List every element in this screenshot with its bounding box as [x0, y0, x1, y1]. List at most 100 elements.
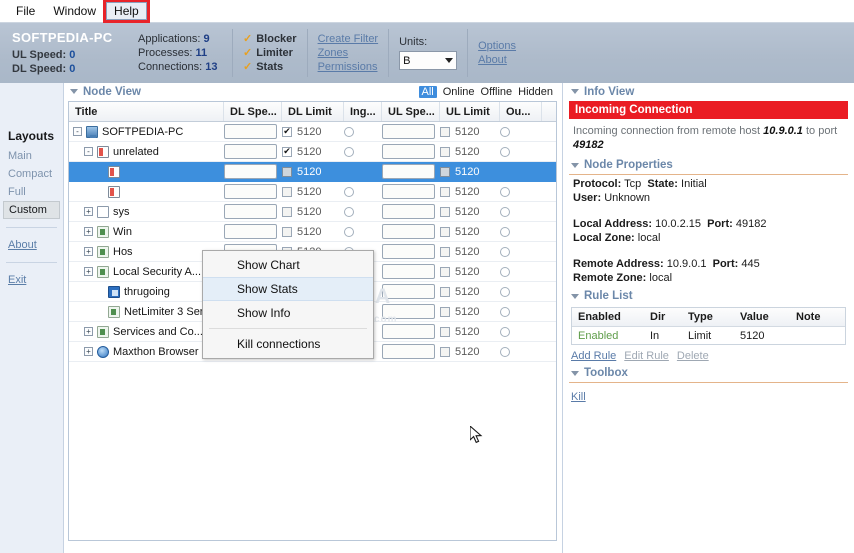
column-header-dl-limit[interactable]: DL Limit — [282, 102, 344, 121]
ingress-radio[interactable] — [344, 187, 354, 197]
outgress-radio[interactable] — [500, 247, 510, 257]
ul-limit-checkbox[interactable] — [440, 307, 450, 317]
outgress-radio[interactable] — [500, 127, 510, 137]
outgress-radio[interactable] — [500, 207, 510, 217]
add-rule-link[interactable]: Add Rule — [571, 350, 616, 362]
column-header-ul-limit[interactable]: UL Limit — [440, 102, 500, 121]
expand-icon[interactable]: + — [84, 247, 93, 256]
ul-limit-checkbox[interactable] — [440, 127, 450, 137]
ul-limit-checkbox[interactable] — [440, 187, 450, 197]
ingress-radio[interactable] — [344, 227, 354, 237]
outgress-radio[interactable] — [500, 147, 510, 157]
menu-item-help[interactable]: Help — [106, 2, 147, 20]
table-row[interactable]: 51205120 — [69, 182, 556, 202]
ingress-radio[interactable] — [344, 207, 354, 217]
ul-limit-checkbox[interactable] — [440, 207, 450, 217]
dl-limit-checkbox[interactable]: ✔ — [282, 127, 292, 137]
sidebar-exit-link[interactable]: Exit — [0, 271, 63, 289]
expand-icon[interactable]: + — [84, 347, 93, 356]
column-header-ul-speed[interactable]: UL Spe... — [382, 102, 440, 121]
sidebar-item-main[interactable]: Main — [0, 147, 63, 165]
column-header-ingress[interactable]: Ing... — [344, 102, 382, 121]
outgress-radio[interactable] — [500, 287, 510, 297]
rule-table-row[interactable]: Enabled In Limit 5120 — [572, 327, 845, 344]
create-filter-link[interactable]: Create Filter — [318, 33, 379, 45]
outgress-radio[interactable] — [500, 307, 510, 317]
outgress-radio[interactable] — [500, 187, 510, 197]
column-header-title[interactable]: Title — [69, 102, 224, 121]
row-title-label: Hos — [113, 246, 133, 258]
context-menu-item-show-info[interactable]: Show Info — [203, 301, 373, 325]
context-menu-item-show-stats[interactable]: Show Stats — [203, 277, 373, 301]
ul-limit-checkbox[interactable] — [440, 167, 450, 177]
sidebar-about-link[interactable]: About — [0, 236, 63, 254]
options-link[interactable]: Options — [478, 40, 522, 52]
table-row[interactable]: 51205120 — [69, 162, 556, 182]
local-address-row: Local Address: 10.0.2.15 Port: 49182 Loc… — [563, 215, 854, 247]
processes-count: 11 — [195, 47, 207, 59]
zones-link[interactable]: Zones — [318, 47, 379, 59]
outgress-radio[interactable] — [500, 327, 510, 337]
expand-icon[interactable]: + — [84, 327, 93, 336]
sidebar-item-compact[interactable]: Compact — [0, 165, 63, 183]
expand-icon[interactable]: + — [84, 267, 93, 276]
filter-tab-all[interactable]: All — [419, 86, 437, 98]
module-toggle-blocker[interactable]: ✓ Blocker — [243, 33, 297, 45]
table-row[interactable]: +sys51205120 — [69, 202, 556, 222]
menu-item-file[interactable]: File — [8, 2, 43, 20]
ul-limit-value: 5120 — [455, 146, 479, 158]
filter-tab-hidden[interactable]: Hidden — [518, 86, 553, 98]
collapse-icon[interactable]: - — [84, 147, 93, 156]
expand-icon[interactable]: + — [84, 207, 93, 216]
module-toggle-limiter[interactable]: ✓ Limiter — [243, 47, 297, 59]
expand-icon[interactable]: + — [84, 227, 93, 236]
ingress-radio[interactable] — [344, 127, 354, 137]
collapse-triangle-icon[interactable] — [571, 294, 579, 299]
about-link[interactable]: About — [478, 54, 522, 66]
collapse-triangle-icon[interactable] — [70, 89, 78, 94]
outgress-radio[interactable] — [500, 227, 510, 237]
ingress-radio[interactable] — [344, 147, 354, 157]
delete-rule-link[interactable]: Delete — [677, 350, 709, 362]
sidebar-item-custom[interactable]: Custom — [3, 201, 60, 219]
dl-limit-value: 5120 — [297, 166, 321, 178]
collapse-triangle-icon[interactable] — [571, 371, 579, 376]
units-select[interactable]: B — [399, 51, 457, 70]
dl-limit-checkbox[interactable] — [282, 207, 292, 217]
ul-limit-checkbox[interactable] — [440, 147, 450, 157]
context-menu-item-show-chart[interactable]: Show Chart — [203, 253, 373, 277]
edit-rule-link[interactable]: Edit Rule — [624, 350, 669, 362]
ul-limit-checkbox[interactable] — [440, 287, 450, 297]
context-menu-item-kill-connections[interactable]: Kill connections — [203, 332, 373, 356]
column-header-outgress[interactable]: Ou... — [500, 102, 542, 121]
dl-limit-checkbox[interactable] — [282, 227, 292, 237]
table-row[interactable]: -unrelated✔51205120 — [69, 142, 556, 162]
outgress-radio[interactable] — [500, 347, 510, 357]
dl-speed-meter — [224, 204, 277, 219]
dl-limit-checkbox[interactable] — [282, 187, 292, 197]
collapse-icon[interactable]: - — [73, 127, 82, 136]
local-zone-label: Local Zone: — [573, 232, 635, 244]
ul-limit-checkbox[interactable] — [440, 347, 450, 357]
ul-limit-checkbox[interactable] — [440, 227, 450, 237]
sidebar-item-full[interactable]: Full — [0, 183, 63, 201]
table-row[interactable]: +Win51205120 — [69, 222, 556, 242]
filter-tab-online[interactable]: Online — [443, 86, 475, 98]
dl-limit-checkbox[interactable]: ✔ — [282, 147, 292, 157]
ul-limit-checkbox[interactable] — [440, 247, 450, 257]
row-title-cell: +sys — [69, 202, 224, 221]
ul-limit-checkbox[interactable] — [440, 267, 450, 277]
module-toggle-stats[interactable]: ✓ Stats — [243, 61, 297, 73]
permissions-link[interactable]: Permissions — [318, 61, 379, 73]
collapse-triangle-icon[interactable] — [571, 163, 579, 168]
dl-limit-checkbox[interactable] — [282, 167, 292, 177]
context-menu: Show Chart Show Stats Show Info Kill con… — [202, 250, 374, 359]
column-header-dl-speed[interactable]: DL Spe... — [224, 102, 282, 121]
kill-link[interactable]: Kill — [571, 391, 586, 403]
outgress-radio[interactable] — [500, 267, 510, 277]
menu-item-window[interactable]: Window — [45, 2, 104, 20]
table-row[interactable]: -SOFTPEDIA-PC✔51205120 — [69, 122, 556, 142]
filter-tab-offline[interactable]: Offline — [481, 86, 513, 98]
collapse-triangle-icon[interactable] — [571, 89, 579, 94]
ul-limit-checkbox[interactable] — [440, 327, 450, 337]
